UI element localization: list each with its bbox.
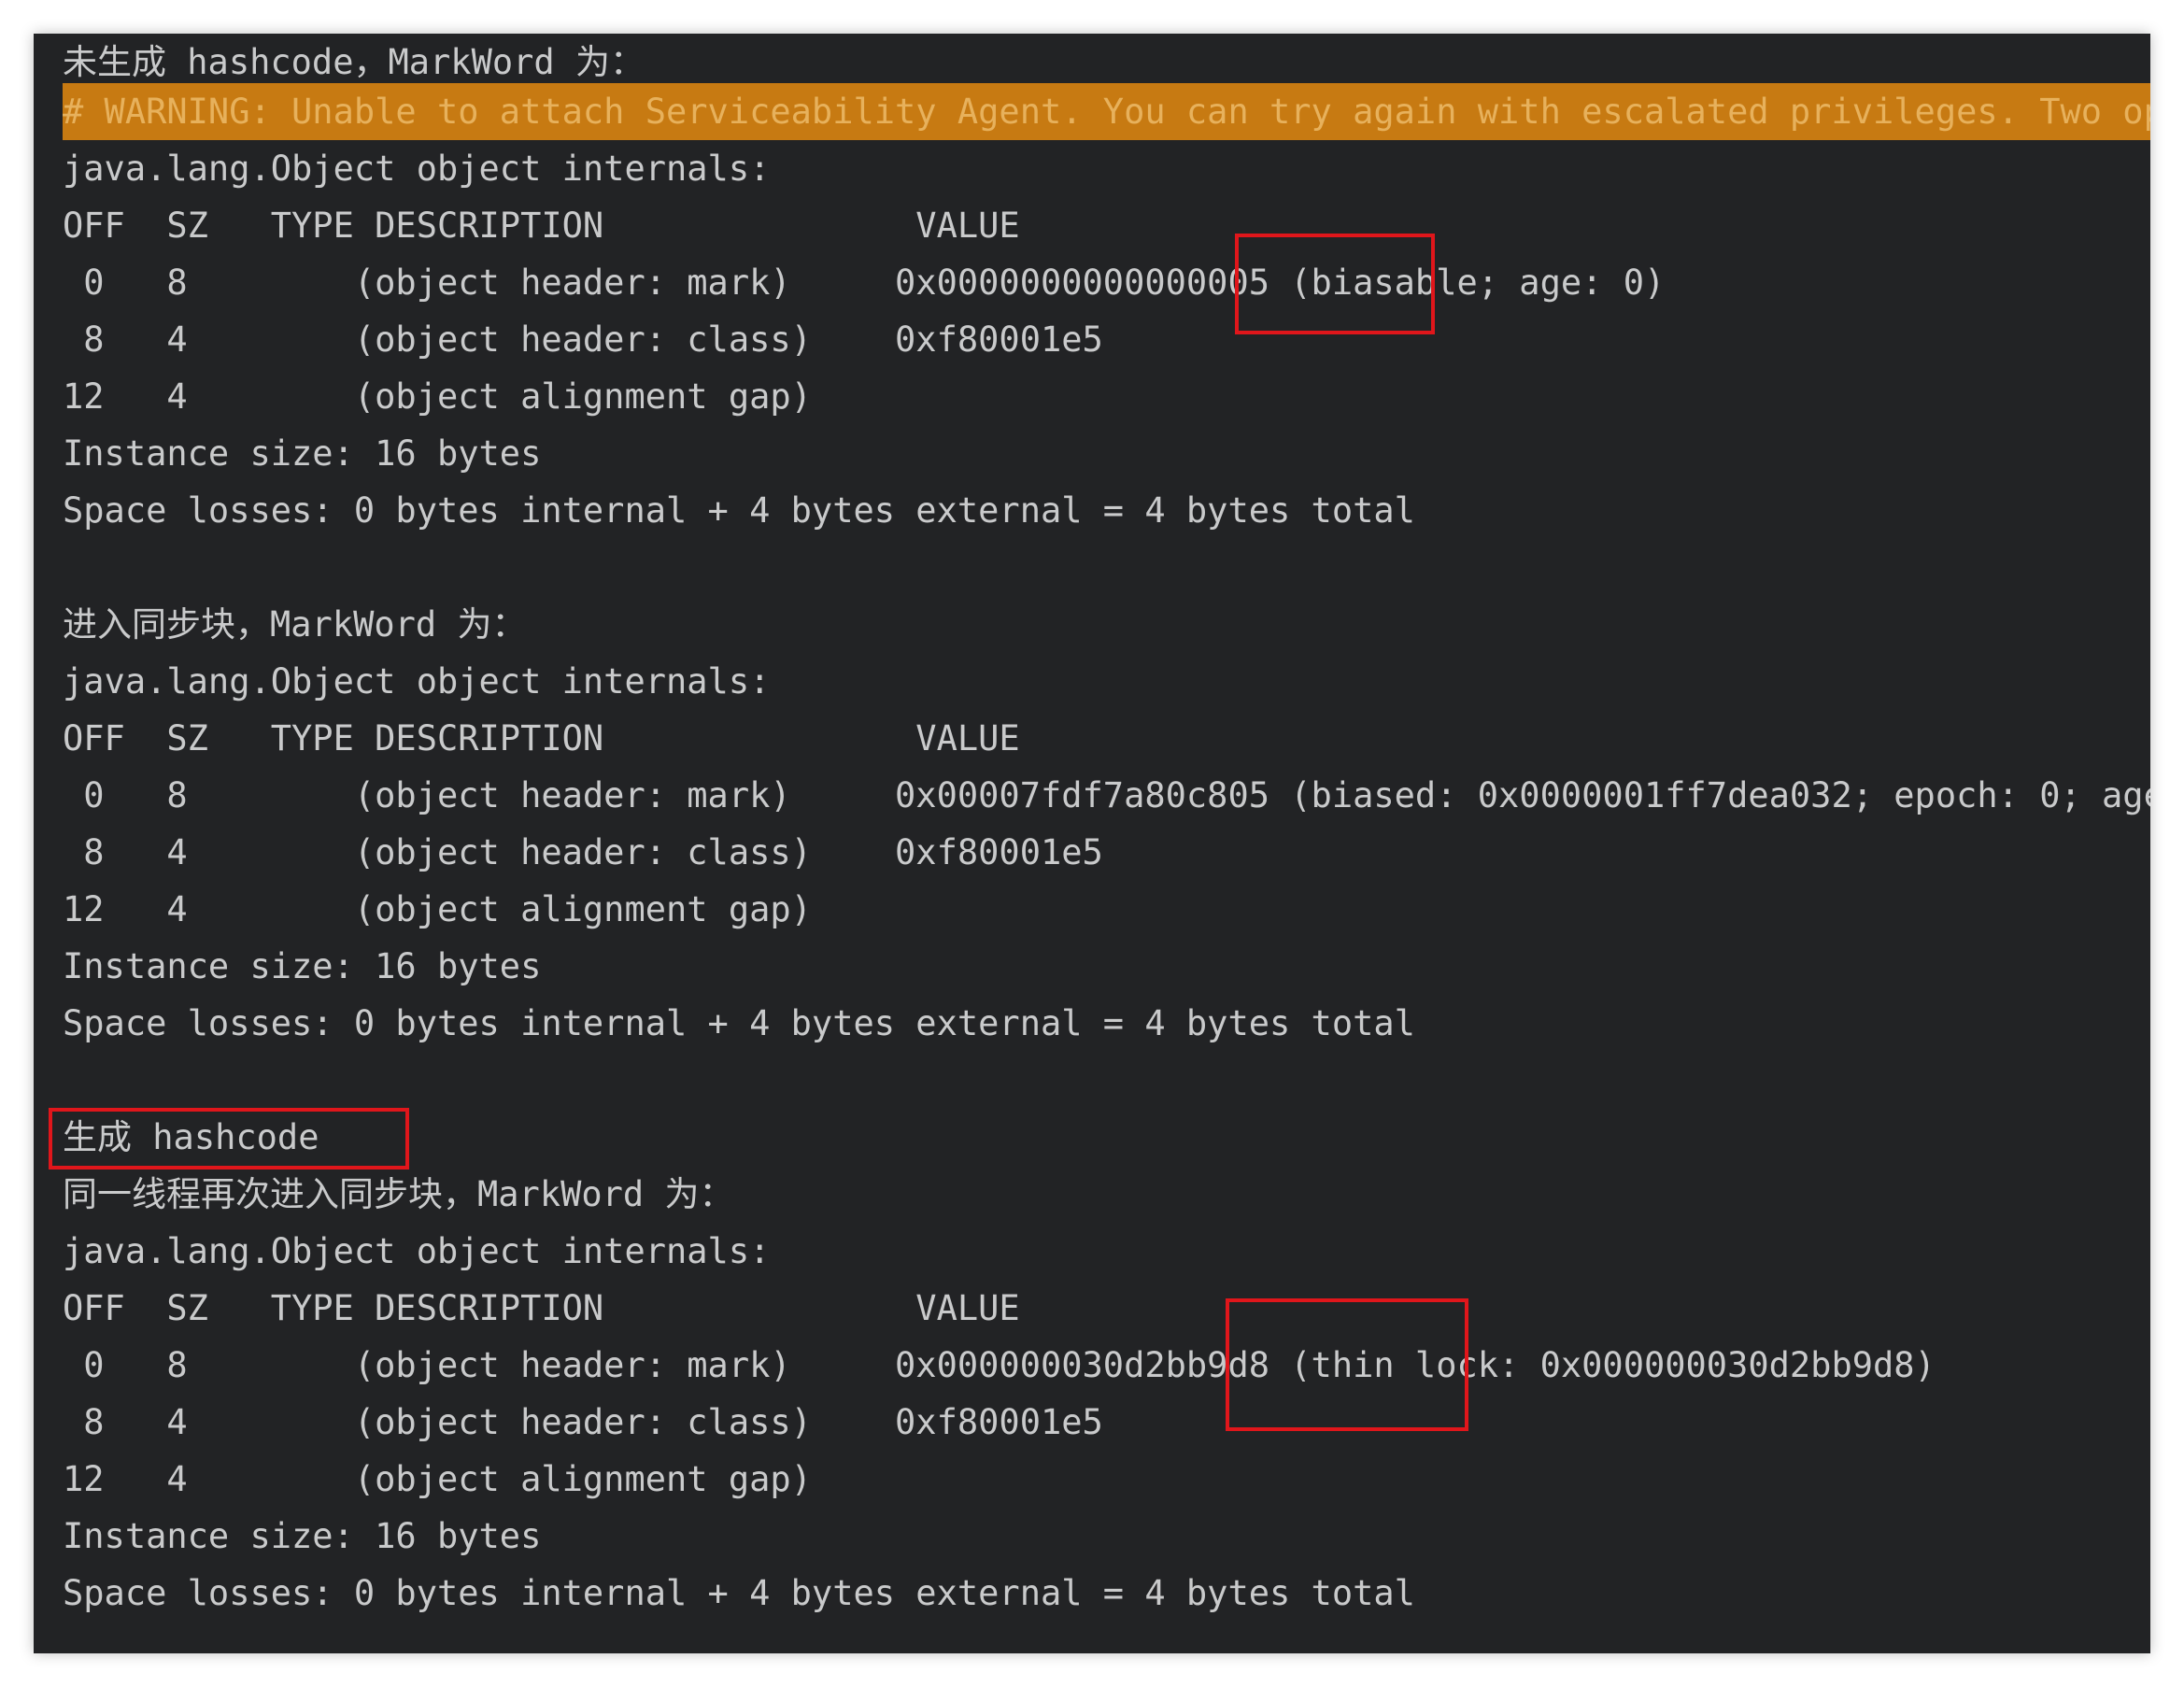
section3-space-losses: Space losses: 0 bytes internal + 4 bytes… <box>63 1573 1415 1613</box>
section2-table-header: OFF SZ TYPE DESCRIPTION VALUE <box>63 718 1020 758</box>
section1-space-losses: Space losses: 0 bytes internal + 4 bytes… <box>63 490 1415 531</box>
section2-row-class: 8 4 (object header: class) 0xf80001e5 <box>63 832 1103 872</box>
console-output-panel: 未生成 hashcode，MarkWord 为： # WARNING: Unab… <box>34 34 2150 1653</box>
section1-heading: 未生成 hashcode，MarkWord 为： <box>63 42 645 82</box>
section3-row-gap: 12 4 (object alignment gap) <box>63 1459 812 1499</box>
thin-lock-highlight-box <box>1226 1298 1468 1431</box>
section2-row-gap: 12 4 (object alignment gap) <box>63 889 812 929</box>
section2-instance-size: Instance size: 16 bytes <box>63 946 542 986</box>
section1-row-gap: 12 4 (object alignment gap) <box>63 376 812 417</box>
section2-heading: 进入同步块，MarkWord 为： <box>63 604 527 645</box>
section1-row-class: 8 4 (object header: class) 0xf80001e5 <box>63 319 1103 360</box>
section3-instance-size: Instance size: 16 bytes <box>63 1516 542 1556</box>
section2-space-losses: Space losses: 0 bytes internal + 4 bytes… <box>63 1003 1415 1043</box>
section1-internals-title: java.lang.Object object internals: <box>63 149 771 189</box>
biasable-highlight-box <box>1235 234 1435 334</box>
section1-instance-size: Instance size: 16 bytes <box>63 433 542 474</box>
warning-message: # WARNING: Unable to attach Serviceabili… <box>63 92 2150 132</box>
section3-heading: 同一线程再次进入同步块，MarkWord 为： <box>63 1174 734 1214</box>
section3-internals-title: java.lang.Object object internals: <box>63 1231 771 1271</box>
generate-hashcode-highlight-box <box>49 1108 409 1170</box>
section2-internals-title: java.lang.Object object internals: <box>63 661 771 702</box>
section1-table-header: OFF SZ TYPE DESCRIPTION VALUE <box>63 206 1020 246</box>
section3-row-class: 8 4 (object header: class) 0xf80001e5 <box>63 1402 1103 1442</box>
section3-row-mark: 0 8 (object header: mark) 0x000000030d2b… <box>63 1345 1936 1385</box>
section2-row-mark: 0 8 (object header: mark) 0x00007fdf7a80… <box>63 775 2150 815</box>
section3-table-header: OFF SZ TYPE DESCRIPTION VALUE <box>63 1288 1020 1328</box>
